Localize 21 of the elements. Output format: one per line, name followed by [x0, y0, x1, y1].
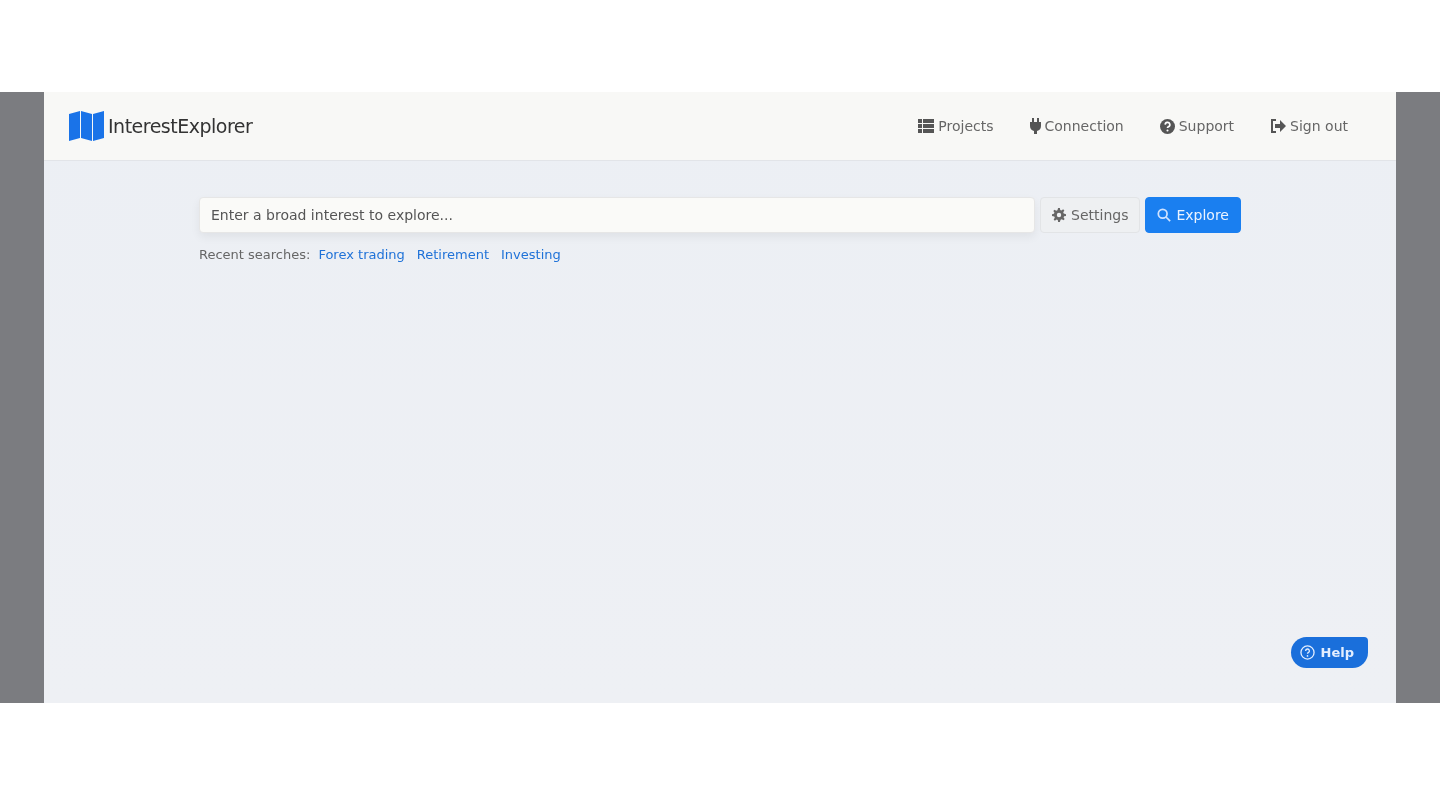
explore-button[interactable]: Explore [1145, 197, 1241, 233]
question-icon [1299, 645, 1315, 660]
question-icon [1159, 118, 1175, 134]
search-icon [1157, 208, 1172, 222]
plug-icon [1029, 118, 1041, 134]
table-icon [918, 119, 935, 133]
map-icon [69, 111, 104, 141]
help-button[interactable]: Help [1290, 637, 1368, 668]
recent-searches-label: Recent searches: [199, 247, 311, 262]
recent-search-link[interactable]: Forex trading [318, 247, 405, 262]
settings-button[interactable]: Settings [1040, 197, 1141, 233]
recent-search-link[interactable]: Retirement [416, 247, 489, 262]
nav-link[interactable]: Projects [918, 118, 994, 134]
sign-out-icon [1270, 119, 1287, 133]
nav-link[interactable]: Sign out [1270, 118, 1348, 134]
nav-link[interactable]: Support [1159, 118, 1235, 134]
search-field[interactable]: Enter a broad interest to explore... [199, 197, 1036, 233]
brand-name: InterestExplorer [108, 115, 253, 137]
nav-link[interactable]: Connection [1029, 118, 1124, 134]
gear-icon [1052, 208, 1067, 222]
recent-search-link[interactable]: Investing [501, 247, 561, 262]
